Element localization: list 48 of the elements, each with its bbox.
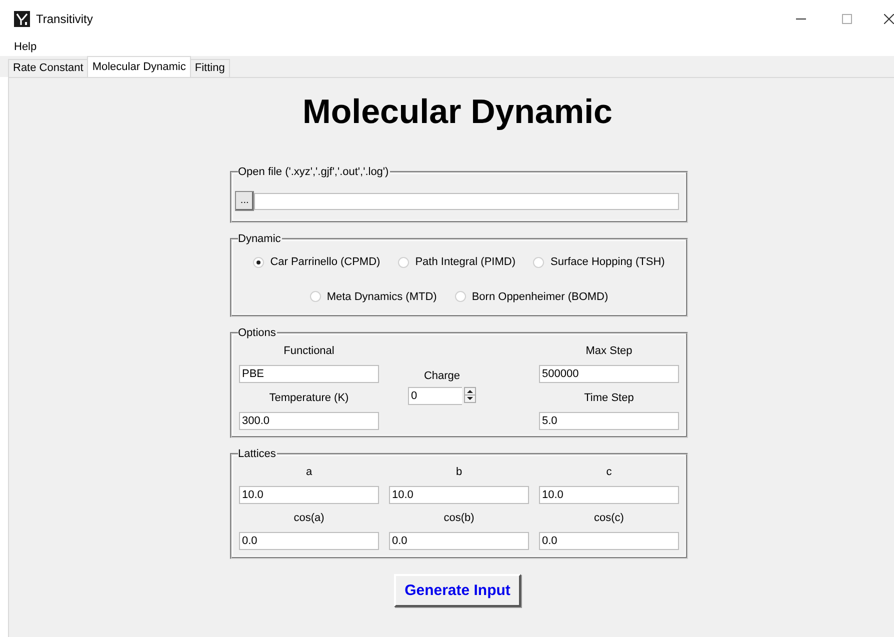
radio-icon[interactable] bbox=[253, 256, 264, 268]
field-label: c bbox=[605, 465, 613, 479]
radio-option[interactable]: Surface Hopping (TSH) bbox=[533, 254, 665, 270]
tab[interactable]: Molecular Dynamic bbox=[87, 56, 191, 77]
spin-arrows-icon[interactable] bbox=[464, 387, 476, 403]
tab[interactable]: Rate Constant bbox=[8, 59, 88, 77]
field-label: cos(c) bbox=[593, 511, 625, 525]
radio-option[interactable]: Born Oppenheimer (BOMD) bbox=[454, 288, 608, 305]
field-label: Max Step bbox=[584, 344, 634, 358]
input-field[interactable]: 10.0 bbox=[539, 486, 679, 504]
radio-option[interactable]: Path Integral (PIMD) bbox=[398, 254, 516, 270]
menu-item[interactable]: Help bbox=[12, 38, 39, 56]
field-label: cos(b) bbox=[442, 511, 476, 525]
window-title: Transitivity bbox=[36, 11, 93, 28]
input-field[interactable]: 0.0 bbox=[539, 532, 679, 550]
field-label: a bbox=[304, 465, 314, 479]
input-field[interactable]: 5.0 bbox=[539, 412, 679, 430]
field-label: Time Step bbox=[583, 391, 635, 405]
radio-icon[interactable] bbox=[310, 291, 321, 302]
field-label: Charge bbox=[424, 369, 460, 383]
app-icon bbox=[14, 11, 30, 27]
field-label: Functional bbox=[282, 344, 336, 358]
page-heading: Molecular Dynamic bbox=[302, 92, 614, 132]
input-field[interactable]: 0.0 bbox=[239, 532, 379, 550]
input-field[interactable]: 10.0 bbox=[239, 486, 379, 504]
radio-icon[interactable] bbox=[398, 256, 410, 268]
file-path-field[interactable] bbox=[254, 192, 679, 210]
radio-icon[interactable] bbox=[533, 256, 544, 268]
browse-button[interactable]: ... bbox=[235, 191, 254, 211]
field-label: b bbox=[454, 465, 464, 479]
close-icon[interactable] bbox=[884, 14, 894, 24]
radio-option[interactable]: Meta Dynamics (MTD) bbox=[310, 288, 437, 305]
tab[interactable]: Fitting bbox=[190, 59, 230, 77]
input-field[interactable]: 500000 bbox=[539, 365, 679, 383]
input-field[interactable]: PBE bbox=[239, 365, 379, 383]
charge-field[interactable]: 0 bbox=[408, 387, 462, 405]
radio-option[interactable]: Car Parrinello (CPMD) bbox=[253, 254, 380, 270]
generate-input-button[interactable]: Generate Input bbox=[394, 574, 522, 607]
input-field[interactable]: 10.0 bbox=[389, 486, 529, 504]
input-field[interactable]: 300.0 bbox=[239, 412, 379, 430]
input-field[interactable]: 0.0 bbox=[389, 532, 529, 550]
group-label: Open file ('.xyz','.gjf','.out','.log') bbox=[238, 165, 390, 179]
field-label: cos(a) bbox=[292, 511, 326, 525]
group-label: Dynamic bbox=[238, 232, 282, 246]
group-label: Options bbox=[238, 326, 277, 340]
radio-icon[interactable] bbox=[454, 291, 466, 302]
field-label: Temperature (K) bbox=[268, 391, 350, 405]
maximize-icon[interactable] bbox=[842, 14, 852, 24]
